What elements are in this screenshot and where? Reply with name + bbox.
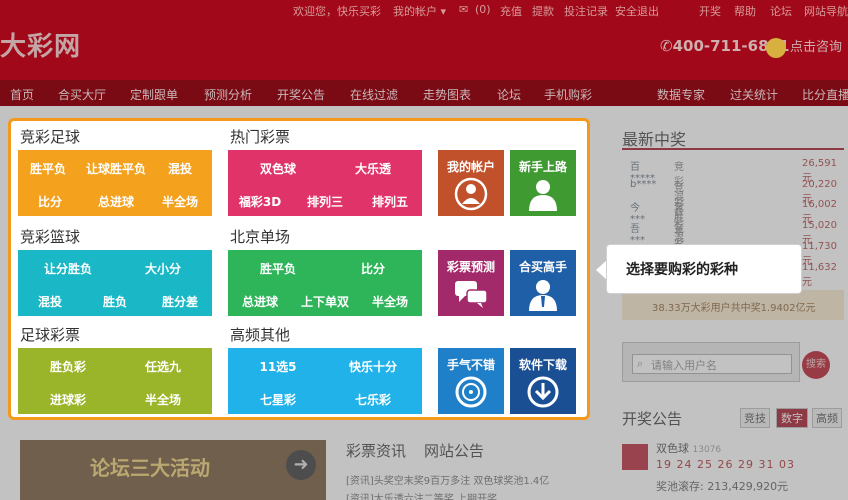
beginner-guide-button[interactable]: 新手上路 — [510, 150, 576, 216]
mail-icon[interactable]: ✉ — [459, 3, 468, 16]
software-download-label: 软件下载 — [518, 358, 567, 372]
message-count[interactable]: (0) — [475, 3, 491, 16]
bjdc-spf[interactable]: 胜平负 — [260, 260, 296, 277]
jczq-halffull[interactable]: 半全场 — [162, 193, 198, 210]
nav-item-data[interactable]: 数据专家 — [657, 86, 705, 103]
nav-item-filter[interactable]: 在线过滤 — [350, 86, 398, 103]
welcome-text: 欢迎您，快乐买彩 — [293, 5, 381, 18]
gpqt-qlc[interactable]: 七乐彩 — [355, 391, 391, 408]
zqcp-sfc[interactable]: 胜负彩 — [50, 358, 86, 375]
beginner-guide-label: 新手上路 — [518, 160, 567, 174]
jclq-dxf[interactable]: 大小分 — [145, 260, 181, 277]
main-nav: 首页 合买大厅 定制跟单 预测分析 开奖公告 在线过滤 走势图表 论坛 手机购彩… — [0, 80, 848, 106]
rmcp-ssq[interactable]: 双色球 — [260, 160, 296, 177]
jclq-tile: 让分胜负 大小分 混投 胜负 胜分差 — [18, 250, 212, 316]
jclq-rfsf[interactable]: 让分胜负 — [44, 260, 92, 277]
withdraw-link[interactable]: 提款 — [532, 3, 554, 19]
gpqt-qxc[interactable]: 七星彩 — [260, 391, 296, 408]
site-nav-link[interactable]: 网站导航 — [804, 3, 848, 19]
section-zqcp-title: 足球彩票 — [20, 326, 81, 344]
help-link[interactable]: 帮助 — [734, 3, 756, 19]
nav-item-live[interactable]: 比分直播 — [802, 86, 848, 103]
businessman-icon — [529, 280, 557, 311]
group-expert-label: 合买高手 — [518, 260, 567, 274]
recharge-link[interactable]: 充值 — [500, 3, 522, 19]
site-logo[interactable]: 大彩网 — [0, 26, 81, 63]
download-icon — [527, 376, 559, 408]
jczq-rqspf[interactable]: 让球胜平负 — [86, 160, 146, 177]
rmcp-pl5[interactable]: 排列五 — [372, 193, 408, 210]
consult-label: 点击咨询 — [790, 40, 843, 55]
jclq-sf[interactable]: 胜负 — [103, 293, 127, 310]
jczq-spf[interactable]: 胜平负 — [30, 160, 66, 177]
jclq-mixed[interactable]: 混投 — [38, 293, 62, 310]
zqcp-jqc[interactable]: 进球彩 — [50, 391, 86, 408]
section-jclq-title: 竞彩篮球 — [20, 228, 81, 246]
lucky-pick-button[interactable]: 手气不错 — [438, 348, 504, 414]
section-gpqt-title: 高频其他 — [230, 326, 291, 344]
bjdc-goals[interactable]: 总进球 — [242, 293, 278, 310]
section-rmcp-title: 热门彩票 — [230, 128, 291, 146]
rmcp-fc3d[interactable]: 福彩3D — [239, 193, 281, 210]
nav-item-home[interactable]: 首页 — [10, 86, 34, 103]
lucky-pick-label: 手气不错 — [446, 358, 495, 372]
rmcp-tile: 双色球 大乐透 福彩3D 排列三 排列五 — [228, 150, 422, 216]
zqcp-tile: 胜负彩 任选九 进球彩 半全场 — [18, 348, 212, 414]
my-account-button[interactable]: 我的帐户 — [438, 150, 504, 216]
bjdc-tile: 胜平负 比分 总进球 上下单双 半全场 — [228, 250, 422, 316]
draw-link[interactable]: 开奖 — [699, 3, 721, 19]
bjdc-sxds[interactable]: 上下单双 — [301, 293, 349, 310]
nav-item-mobile[interactable]: 手机购彩 — [544, 86, 592, 103]
smiley-icon — [766, 37, 786, 58]
jclq-sfc[interactable]: 胜分差 — [162, 293, 198, 310]
gpqt-11x5[interactable]: 11选5 — [259, 358, 296, 375]
bet-record-link[interactable]: 投注记录 — [564, 3, 608, 19]
section-jczq-title: 竞彩足球 — [20, 128, 81, 146]
software-download-button[interactable]: 软件下载 — [510, 348, 576, 414]
bjdc-halffull[interactable]: 半全场 — [372, 293, 408, 310]
jczq-tile: 胜平负 让球胜平负 混投 比分 总进球 半全场 — [18, 150, 212, 216]
zqcp-rx9[interactable]: 任选九 — [145, 358, 181, 375]
nav-item-hall[interactable]: 合买大厅 — [58, 86, 106, 103]
user-circle-icon — [454, 177, 488, 211]
lottery-predict-label: 彩票预测 — [446, 260, 495, 274]
guide-callout-text: 选择要购彩的彩种 — [626, 262, 738, 278]
person-icon — [529, 180, 557, 211]
jczq-mixed[interactable]: 混投 — [168, 160, 192, 177]
nav-item-trend[interactable]: 走势图表 — [423, 86, 471, 103]
nav-item-stats[interactable]: 过关统计 — [730, 86, 778, 103]
nav-item-predict[interactable]: 预测分析 — [204, 86, 252, 103]
gpqt-tile: 11选5 快乐十分 七星彩 七乐彩 — [228, 348, 422, 414]
dial-icon — [455, 376, 487, 408]
gpqt-klsf[interactable]: 快乐十分 — [349, 358, 397, 375]
my-account-label: 我的帐户 — [446, 160, 495, 174]
nav-item-forum[interactable]: 论坛 — [497, 86, 521, 103]
site-header: 欢迎您，快乐买彩 我的帐户 ▾ ✉ (0) 充值 提款 投注记录 安全退出 开奖… — [0, 0, 848, 80]
rmcp-pl3[interactable]: 排列三 — [307, 193, 343, 210]
section-bjdc-title: 北京单场 — [230, 228, 291, 246]
rmcp-dlt[interactable]: 大乐透 — [355, 160, 391, 177]
my-account-link[interactable]: 我的帐户 ▾ — [393, 3, 446, 19]
jczq-score[interactable]: 比分 — [38, 193, 62, 210]
consult-link[interactable]: 点击咨询 — [766, 36, 842, 58]
bjdc-score[interactable]: 比分 — [361, 260, 385, 277]
jczq-goals[interactable]: 总进球 — [98, 193, 134, 210]
top-links: 欢迎您，快乐买彩 我的帐户 ▾ ✉ (0) 充值 提款 投注记录 安全退出 开奖… — [293, 3, 848, 19]
chat-bubbles-icon — [455, 281, 488, 308]
logout-link[interactable]: 安全退出 — [615, 3, 659, 19]
lottery-predict-button[interactable]: 彩票预测 — [438, 250, 504, 316]
forum-link[interactable]: 论坛 — [770, 3, 792, 19]
nav-item-draw[interactable]: 开奖公告 — [277, 86, 325, 103]
zqcp-halffull[interactable]: 半全场 — [145, 391, 181, 408]
nav-item-follow[interactable]: 定制跟单 — [130, 86, 178, 103]
group-expert-button[interactable]: 合买高手 — [510, 250, 576, 316]
